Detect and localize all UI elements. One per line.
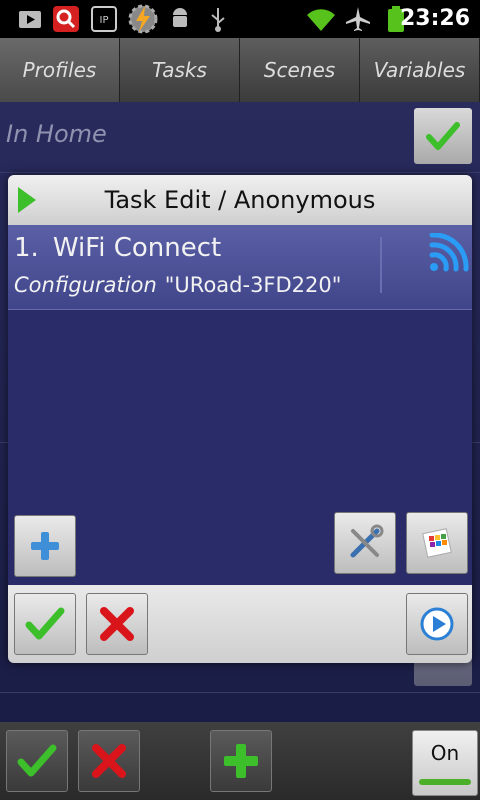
divider: [0, 172, 480, 173]
palette-icon: [422, 528, 452, 558]
status-bar: IP 23:26: [0, 0, 480, 38]
bottom-bar: On: [0, 722, 480, 800]
action-number: 1.: [14, 233, 39, 263]
play-icon: [420, 607, 454, 641]
check-icon: [25, 607, 65, 640]
airplane-icon: [346, 7, 370, 31]
tab-bar: Profiles Tasks Scenes Variables: [0, 38, 480, 102]
wifi-icon: [307, 9, 335, 31]
action-config: Configuration "URoad-3FD220": [14, 273, 341, 297]
tab-profiles[interactable]: Profiles: [0, 38, 120, 102]
voicemail-icon: IP: [91, 6, 117, 32]
icon-picker-button[interactable]: [406, 512, 468, 574]
check-icon: [426, 122, 460, 150]
config-label: Configuration: [14, 273, 157, 297]
check-icon: [17, 744, 57, 777]
tasker-icon: [128, 4, 158, 34]
clock: 23:26: [399, 6, 470, 31]
add-profile-button[interactable]: [210, 730, 272, 792]
cross-icon: [100, 607, 134, 641]
plus-icon: [31, 532, 59, 560]
search-icon: [53, 6, 79, 32]
profile-name[interactable]: In Home: [6, 120, 107, 148]
tab-variables[interactable]: Variables: [360, 38, 480, 102]
wifi-icon: [429, 233, 469, 272]
cross-icon: [92, 744, 126, 778]
config-value: "URoad-3FD220": [164, 273, 342, 297]
tasker-on-toggle[interactable]: On: [412, 730, 478, 796]
svg-text:IP: IP: [100, 15, 109, 26]
on-label: On: [430, 741, 460, 765]
usb-icon: [211, 8, 225, 32]
tools-icon: [350, 524, 384, 558]
dialog-footer: [8, 585, 472, 663]
action-name: WiFi Connect: [52, 233, 222, 263]
tab-scenes[interactable]: Scenes: [240, 38, 360, 102]
apply-button[interactable]: [6, 730, 68, 792]
expand-arrow-icon[interactable]: [18, 187, 36, 213]
divider: [380, 237, 382, 293]
play-task-button[interactable]: [406, 593, 468, 655]
tab-tasks[interactable]: Tasks: [120, 38, 240, 102]
discard-button[interactable]: [78, 730, 140, 792]
add-action-button[interactable]: [14, 515, 76, 577]
divider: [0, 692, 480, 693]
accept-button[interactable]: [14, 593, 76, 655]
youtube-icon: [19, 11, 41, 28]
task-settings-button[interactable]: [334, 512, 396, 574]
plus-icon: [224, 744, 258, 778]
dialog-title: Task Edit / Anonymous: [104, 186, 376, 214]
profile-enable-toggle[interactable]: [414, 108, 472, 164]
task-edit-dialog: Task Edit / Anonymous 1. WiFi Connect Con…: [8, 175, 472, 663]
action-title: 1. WiFi Connect: [14, 233, 221, 263]
on-indicator: [419, 779, 471, 785]
action-item[interactable]: 1. WiFi Connect Configuration "URoad-3FD22…: [8, 225, 472, 310]
dialog-title-bar: Task Edit / Anonymous: [8, 175, 472, 225]
cancel-button[interactable]: [86, 593, 148, 655]
android-icon: [173, 8, 187, 27]
